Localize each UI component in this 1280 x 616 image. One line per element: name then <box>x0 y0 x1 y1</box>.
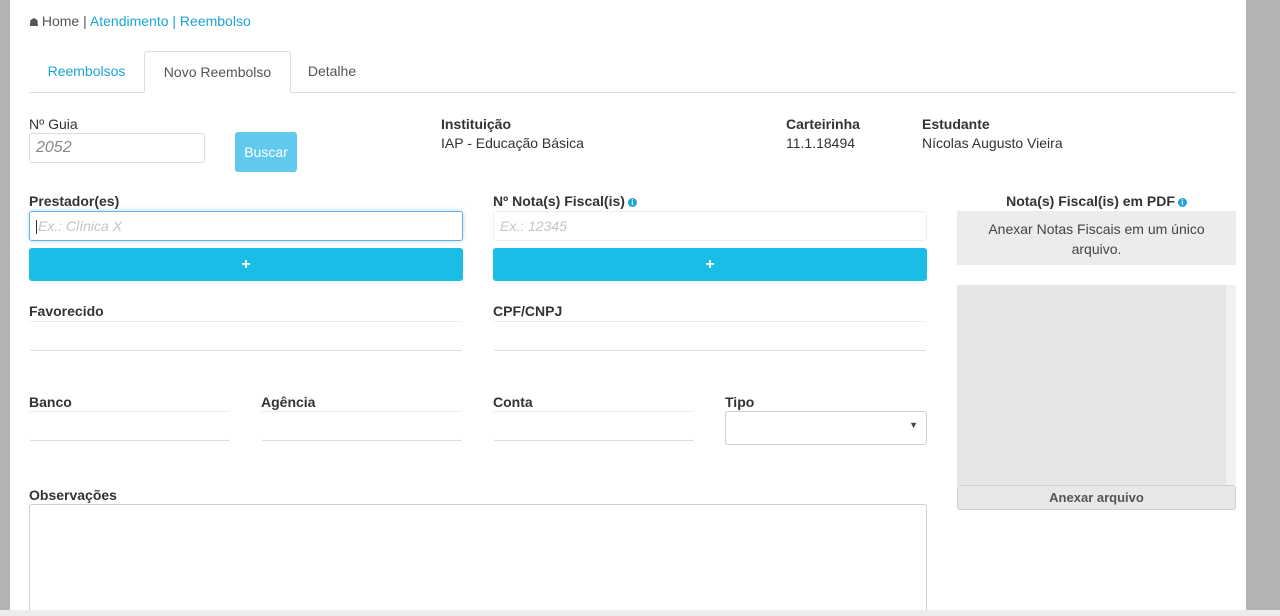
breadcrumb-separator: | <box>79 13 90 29</box>
add-prestador-button[interactable]: + <box>29 248 463 281</box>
banco-label: Banco <box>29 394 72 410</box>
home-icon: ☗ <box>29 17 39 29</box>
cpf-cnpj-label: CPF/CNPJ <box>493 303 563 319</box>
bottom-strip <box>0 610 1280 616</box>
favorecido-label: Favorecido <box>29 303 104 319</box>
prestador-label: Prestador(es) <box>29 193 120 209</box>
info-icon[interactable]: i <box>627 197 637 207</box>
tipo-select[interactable]: ▼ <box>725 411 927 445</box>
estudante-label: Estudante <box>922 116 990 132</box>
nota-fiscal-label: Nº Nota(s) Fiscal(is) i <box>493 193 637 209</box>
nota-fiscal-label-text: Nº Nota(s) Fiscal(is) <box>493 193 625 209</box>
tab-detalhe[interactable]: Detalhe <box>291 51 373 92</box>
observacoes-label: Observações <box>29 487 117 503</box>
preview-scrollbar[interactable] <box>1226 285 1236 485</box>
favorecido-input[interactable] <box>29 321 463 351</box>
info-icon[interactable]: i <box>1177 197 1187 207</box>
tipo-label: Tipo <box>725 394 755 410</box>
nota-fiscal-placeholder: Ex.: 12345 <box>500 218 567 234</box>
prestador-input[interactable]: Ex.: Clínica X <box>29 211 463 241</box>
pdf-hint-box: Anexar Notas Fiscais em um único arquivo… <box>957 211 1236 265</box>
instituicao-value: IAP - Educação Básica <box>441 135 584 151</box>
tab-novo-reembolso[interactable]: Novo Reembolso <box>144 51 291 93</box>
conta-input[interactable] <box>493 411 695 441</box>
guia-label: Nº Guia <box>29 116 78 132</box>
banco-input[interactable] <box>29 411 231 441</box>
pdf-label-text: Nota(s) Fiscal(is) em PDF <box>1006 193 1175 209</box>
instituicao-label: Instituição <box>441 116 512 132</box>
tab-reembolsos[interactable]: Reembolsos <box>29 51 144 92</box>
nota-fiscal-input[interactable]: Ex.: 12345 <box>493 211 927 241</box>
estudante-value: Nícolas Augusto Vieira <box>922 135 1063 151</box>
carteirinha-label: Carteirinha <box>786 116 860 132</box>
caret-down-icon: ▼ <box>909 420 918 430</box>
text-caret <box>36 220 37 235</box>
cpf-cnpj-input[interactable] <box>493 321 927 351</box>
anexar-arquivo-button[interactable]: Anexar arquivo <box>957 485 1236 510</box>
agencia-label: Agência <box>261 394 316 410</box>
page: ☗ Home | Atendimento | Reembolso Reembols… <box>10 0 1246 610</box>
breadcrumb: ☗ Home | Atendimento | Reembolso <box>29 13 251 29</box>
breadcrumb-home[interactable]: Home <box>42 13 79 29</box>
breadcrumb-separator: | <box>168 13 180 29</box>
agencia-input[interactable] <box>261 411 463 441</box>
conta-label: Conta <box>493 394 533 410</box>
carteirinha-value: 11.1.18494 <box>786 135 856 151</box>
observacoes-textarea[interactable] <box>29 504 927 610</box>
prestador-placeholder: Ex.: Clínica X <box>38 218 123 234</box>
pdf-hint: Anexar Notas Fiscais em um único arquivo… <box>988 221 1205 257</box>
pdf-preview <box>957 285 1236 485</box>
guia-input[interactable]: 2052 <box>29 133 205 163</box>
add-nota-fiscal-button[interactable]: + <box>493 248 927 281</box>
pdf-label: Nota(s) Fiscal(is) em PDF i <box>957 193 1236 209</box>
breadcrumb-reembolso[interactable]: Reembolso <box>180 13 251 29</box>
breadcrumb-atendimento[interactable]: Atendimento <box>90 13 169 29</box>
buscar-button[interactable]: Buscar <box>235 132 297 172</box>
